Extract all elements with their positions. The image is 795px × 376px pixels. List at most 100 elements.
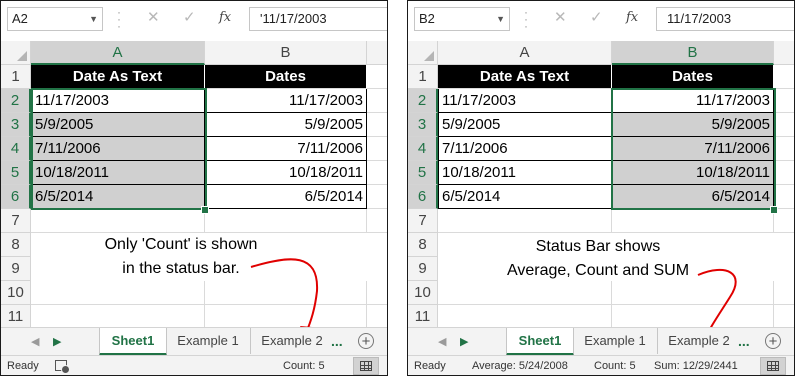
chevron-down-icon[interactable]: ▼: [89, 8, 98, 30]
normal-view-icon[interactable]: [760, 357, 786, 375]
row-header-6[interactable]: 6: [1, 185, 31, 209]
scroll-tabs-left-icon[interactable]: ◀: [31, 328, 39, 356]
tab-example-1[interactable]: Example 1: [573, 328, 658, 354]
row-header-4[interactable]: 4: [1, 137, 31, 161]
enter-icon[interactable]: ✓: [183, 7, 196, 29]
cell-b4[interactable]: 7/11/2006: [612, 137, 774, 161]
cell-c10[interactable]: [367, 281, 387, 305]
normal-view-icon[interactable]: [353, 357, 379, 375]
cell-a7[interactable]: [438, 209, 612, 233]
cell-b7[interactable]: [205, 209, 367, 233]
row-header-5[interactable]: 5: [408, 161, 438, 185]
cell-b3[interactable]: 5/9/2005: [205, 113, 367, 137]
cell-b6[interactable]: 6/5/2014: [612, 185, 774, 209]
status-average[interactable]: Average: 5/24/2008: [472, 356, 568, 375]
fx-icon[interactable]: fx: [219, 7, 231, 29]
cell-b10[interactable]: [205, 281, 367, 305]
cell-c1[interactable]: [367, 65, 387, 89]
cell-b3[interactable]: 5/9/2005: [612, 113, 774, 137]
row-header-3[interactable]: 3: [408, 113, 438, 137]
cell-c11[interactable]: [367, 305, 387, 329]
cell-a11[interactable]: [438, 305, 612, 329]
cell-c4[interactable]: [367, 137, 387, 161]
row-header-8[interactable]: 8: [408, 233, 438, 257]
row-header-7[interactable]: 7: [408, 209, 438, 233]
macro-record-icon[interactable]: [55, 360, 70, 374]
cell-a4[interactable]: 7/11/2006: [438, 137, 612, 161]
cancel-icon[interactable]: ✕: [554, 7, 567, 29]
cell-a1[interactable]: Date As Text: [31, 65, 205, 89]
column-header-c[interactable]: [367, 41, 387, 65]
fill-handle[interactable]: [201, 206, 209, 214]
cell-a6[interactable]: 6/5/2014: [31, 185, 205, 209]
cell-b1[interactable]: Dates: [205, 65, 367, 89]
select-all-corner[interactable]: [408, 41, 438, 65]
cell-a7[interactable]: [31, 209, 205, 233]
tab-example-2[interactable]: Example 2: [251, 328, 333, 354]
cell-b11[interactable]: [205, 305, 367, 329]
cell-a2[interactable]: 11/17/2003: [438, 89, 612, 113]
name-box[interactable]: A2 ▼: [7, 7, 103, 31]
row-header-6[interactable]: 6: [408, 185, 438, 209]
status-count[interactable]: Count: 5: [283, 356, 325, 375]
row-header-3[interactable]: 3: [1, 113, 31, 137]
chevron-down-icon[interactable]: ▼: [496, 8, 505, 30]
cell-c11[interactable]: [774, 305, 794, 329]
more-tabs-button[interactable]: ...: [331, 328, 343, 354]
cell-a2[interactable]: 11/17/2003: [31, 89, 205, 113]
cell-b7[interactable]: [612, 209, 774, 233]
cell-a5[interactable]: 10/18/2011: [31, 161, 205, 185]
cell-c2[interactable]: [367, 89, 387, 113]
cell-c10[interactable]: [774, 281, 794, 305]
cell-b2[interactable]: 11/17/2003: [205, 89, 367, 113]
add-sheet-icon[interactable]: +: [765, 333, 781, 349]
row-header-9[interactable]: 9: [1, 257, 31, 281]
row-header-8[interactable]: 8: [1, 233, 31, 257]
cell-a4[interactable]: 7/11/2006: [31, 137, 205, 161]
cell-a11[interactable]: [31, 305, 205, 329]
row-header-1[interactable]: 1: [1, 65, 31, 89]
name-box[interactable]: B2 ▼: [414, 7, 510, 31]
row-header-2[interactable]: 2: [408, 89, 438, 113]
row-header-10[interactable]: 10: [408, 281, 438, 305]
tab-example-1[interactable]: Example 1: [166, 328, 251, 354]
cell-b5[interactable]: 10/18/2011: [612, 161, 774, 185]
cell-a6[interactable]: 6/5/2014: [438, 185, 612, 209]
formula-input[interactable]: '11/17/2003: [249, 7, 387, 31]
row-header-10[interactable]: 10: [1, 281, 31, 305]
add-sheet-icon[interactable]: +: [358, 333, 374, 349]
cell-c1[interactable]: [774, 65, 794, 89]
cell-c3[interactable]: [774, 113, 794, 137]
cell-b5[interactable]: 10/18/2011: [205, 161, 367, 185]
row-header-9[interactable]: 9: [408, 257, 438, 281]
cell-b10[interactable]: [612, 281, 774, 305]
cell-a10[interactable]: [438, 281, 612, 305]
select-all-corner[interactable]: [1, 41, 31, 65]
fx-icon[interactable]: fx: [626, 7, 638, 29]
row-header-11[interactable]: 11: [1, 305, 31, 329]
column-header-a[interactable]: A: [438, 41, 612, 65]
scroll-tabs-right-icon[interactable]: ▶: [53, 328, 61, 356]
cell-a5[interactable]: 10/18/2011: [438, 161, 612, 185]
cell-a1[interactable]: Date As Text: [438, 65, 612, 89]
drag-handle-icon[interactable]: · · ·: [117, 6, 123, 32]
column-header-b[interactable]: B: [612, 41, 774, 65]
cell-a3[interactable]: 5/9/2005: [438, 113, 612, 137]
row-header-7[interactable]: 7: [1, 209, 31, 233]
column-header-a[interactable]: A: [31, 41, 205, 65]
cell-c5[interactable]: [367, 161, 387, 185]
cell-c7[interactable]: [367, 209, 387, 233]
cell-c3[interactable]: [367, 113, 387, 137]
row-header-5[interactable]: 5: [1, 161, 31, 185]
cell-c4[interactable]: [774, 137, 794, 161]
scroll-tabs-left-icon[interactable]: ◀: [438, 328, 446, 356]
cell-c6[interactable]: [367, 185, 387, 209]
column-header-c[interactable]: [774, 41, 794, 65]
tab-sheet1[interactable]: Sheet1: [99, 328, 167, 356]
scroll-tabs-right-icon[interactable]: ▶: [460, 328, 468, 356]
cell-b6[interactable]: 6/5/2014: [205, 185, 367, 209]
cell-b4[interactable]: 7/11/2006: [205, 137, 367, 161]
tab-example-2[interactable]: Example 2: [658, 328, 740, 354]
cell-c5[interactable]: [774, 161, 794, 185]
more-tabs-button[interactable]: ...: [738, 328, 750, 354]
